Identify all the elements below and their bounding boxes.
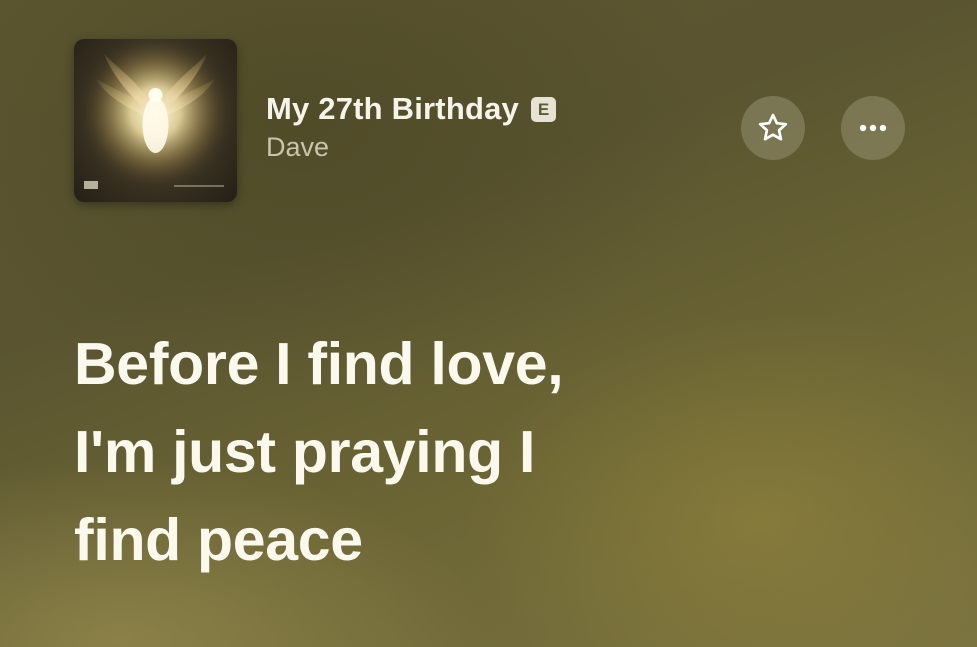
- more-options-button[interactable]: [841, 96, 905, 160]
- star-icon: [758, 113, 788, 141]
- lyric-line[interactable]: I'm just praying I: [74, 408, 934, 496]
- lyric-line[interactable]: Before I find love,: [74, 320, 934, 408]
- artist-name[interactable]: Dave: [266, 130, 556, 164]
- lyrics-screen: My 27th Birthday E Dave Before I find lo…: [0, 0, 977, 647]
- lyrics-block: Before I find love, I'm just praying I f…: [74, 320, 934, 584]
- song-title-row: My 27th Birthday E: [266, 90, 556, 128]
- favorite-button[interactable]: [741, 96, 805, 160]
- explicit-badge: E: [530, 96, 556, 122]
- lyric-line[interactable]: find peace: [74, 496, 934, 584]
- angel-artwork-icon: [74, 39, 237, 202]
- album-artwork[interactable]: [74, 39, 237, 202]
- ellipsis-icon: [859, 124, 887, 132]
- song-info: My 27th Birthday E Dave: [266, 90, 556, 164]
- song-title[interactable]: My 27th Birthday: [266, 90, 519, 128]
